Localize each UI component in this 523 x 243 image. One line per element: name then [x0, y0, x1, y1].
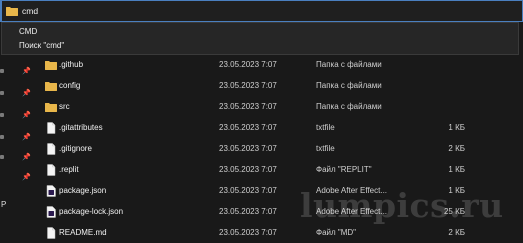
file-name[interactable]: README.md: [59, 228, 107, 237]
file-type: txtfile: [316, 123, 335, 132]
document-icon: [47, 164, 56, 176]
file-date: 23.05.2023 7:07: [219, 165, 277, 174]
after-effects-file-icon: [46, 185, 56, 197]
file-size: 2 КБ: [448, 144, 465, 153]
file-name[interactable]: .replit: [59, 165, 79, 174]
nav-item-label[interactable]: P: [1, 200, 6, 209]
file-row[interactable]: README.md 23.05.2023 7:07 Файл "MD" 2 КБ: [40, 223, 523, 243]
address-bar[interactable]: [0, 0, 523, 22]
document-icon: [47, 227, 56, 239]
file-date: 23.05.2023 7:07: [219, 186, 277, 195]
autocomplete-dropdown: CMD Поиск "cmd": [1, 22, 519, 55]
pin-icon[interactable]: 📌: [22, 90, 31, 97]
file-type: Папка с файлами: [316, 81, 382, 90]
folder-icon: [45, 103, 57, 112]
folder-icon: [45, 82, 57, 91]
nav-item-icon[interactable]: [0, 91, 4, 95]
file-type: Файл "REPLIT": [316, 165, 372, 174]
document-icon: [47, 122, 56, 134]
suggestion-cmd[interactable]: CMD: [19, 27, 37, 36]
file-name[interactable]: package.json: [59, 186, 106, 195]
nav-item-icon[interactable]: [0, 113, 4, 117]
file-date: 23.05.2023 7:07: [219, 81, 277, 90]
file-name[interactable]: .gitignore: [59, 144, 92, 153]
file-type: Папка с файлами: [316, 102, 382, 111]
file-name[interactable]: src: [59, 102, 70, 111]
folder-icon: [6, 7, 18, 16]
file-row[interactable]: .github 23.05.2023 7:07 Папка с файлами: [40, 55, 523, 75]
file-date: 23.05.2023 7:07: [219, 207, 277, 216]
suggestion-search-cmd[interactable]: Поиск "cmd": [19, 41, 64, 50]
file-date: 23.05.2023 7:07: [219, 123, 277, 132]
file-date: 23.05.2023 7:07: [219, 228, 277, 237]
file-row[interactable]: .gitattributes 23.05.2023 7:07 txtfile 1…: [40, 118, 523, 138]
pin-icon[interactable]: 📌: [22, 112, 31, 119]
file-date: 23.05.2023 7:07: [219, 144, 277, 153]
pin-icon[interactable]: 📌: [22, 68, 31, 75]
file-type: Файл "MD": [316, 228, 357, 237]
pin-icon[interactable]: 📌: [22, 174, 31, 181]
file-row[interactable]: .gitignore 23.05.2023 7:07 txtfile 2 КБ: [40, 139, 523, 159]
pin-icon[interactable]: 📌: [22, 134, 31, 141]
file-name[interactable]: config: [59, 81, 80, 90]
document-icon: [47, 143, 56, 155]
pin-icon[interactable]: 📌: [22, 154, 31, 161]
nav-item-icon[interactable]: [0, 69, 4, 73]
file-name[interactable]: .github: [59, 60, 83, 69]
nav-item-icon[interactable]: [0, 155, 4, 159]
after-effects-file-icon: [46, 206, 56, 218]
folder-icon: [45, 61, 57, 70]
file-size: 1 КБ: [448, 165, 465, 174]
file-row[interactable]: .replit 23.05.2023 7:07 Файл "REPLIT" 1 …: [40, 160, 523, 180]
file-size: 2 КБ: [448, 228, 465, 237]
watermark: lumpics.ru: [300, 186, 504, 225]
navigation-pane: 📌 📌 📌 📌 📌 📌 P: [0, 55, 40, 240]
file-type: txtfile: [316, 144, 335, 153]
file-name[interactable]: .gitattributes: [59, 123, 103, 132]
file-row[interactable]: config 23.05.2023 7:07 Папка с файлами: [40, 76, 523, 96]
file-row[interactable]: src 23.05.2023 7:07 Папка с файлами: [40, 97, 523, 117]
file-date: 23.05.2023 7:07: [219, 60, 277, 69]
file-size: 1 КБ: [448, 123, 465, 132]
file-name[interactable]: package-lock.json: [59, 207, 123, 216]
file-date: 23.05.2023 7:07: [219, 102, 277, 111]
address-input[interactable]: [22, 6, 222, 16]
nav-item-icon[interactable]: [0, 135, 4, 139]
file-type: Папка с файлами: [316, 60, 382, 69]
